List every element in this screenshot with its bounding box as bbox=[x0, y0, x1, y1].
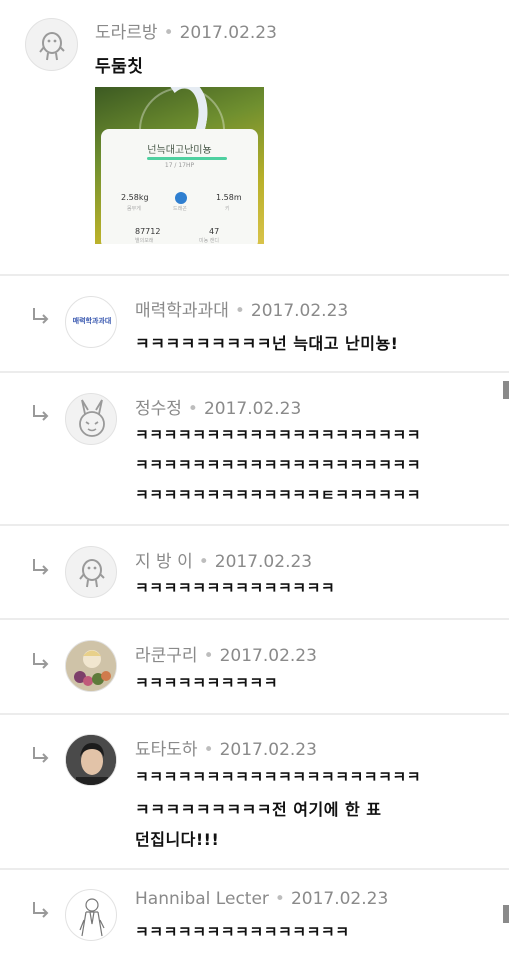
dragon-type-icon bbox=[175, 192, 187, 204]
rabbit-icon bbox=[79, 399, 105, 437]
comment-text: ㅋㅋㅋㅋㅋㅋㅋㅋㅋㅋㅋㅋㅋㅋㅋㅋㅋㅋㅋㅋ bbox=[135, 426, 422, 444]
scrollbar-thumb[interactable] bbox=[503, 381, 509, 399]
comment-date: 2017.02.23 bbox=[179, 23, 277, 43]
comment-text: ㅋㅋㅋㅋㅋㅋㅋㅋㅋㅋㅋㅋㅋㅋㅋ bbox=[135, 923, 350, 941]
comment-date: 2017.02.23 bbox=[219, 646, 317, 666]
author-name[interactable]: Hannibal Lecter bbox=[135, 889, 269, 909]
candy-value: 47 bbox=[209, 227, 220, 236]
scrollbar-thumb[interactable] bbox=[503, 905, 509, 923]
comment-date: 2017.02.23 bbox=[290, 889, 389, 909]
comment-date: 2017.02.23 bbox=[219, 740, 317, 760]
stardust-value: 87712 bbox=[135, 227, 161, 236]
comment-date: 2017.02.23 bbox=[214, 552, 313, 572]
divider bbox=[0, 618, 509, 620]
height-label: 키 bbox=[225, 206, 230, 212]
comment-meta: 됴타도하 • 2017.02.23 bbox=[135, 740, 317, 760]
bouquet-photo-icon bbox=[66, 641, 116, 691]
ghost-icon bbox=[39, 32, 65, 61]
comment-text: ㅋㅋㅋㅋㅋㅋㅋㅋㅋ넌 늑대고 난미뇽! bbox=[135, 334, 399, 353]
divider bbox=[0, 524, 509, 526]
candy-label: 미뇽 캔디 bbox=[199, 238, 219, 244]
author-name[interactable]: 라쿤구리 bbox=[135, 646, 198, 666]
pokemon-screenshot[interactable]: 넌늑대고난미뇽 17 / 17HP 2.58kg 몸무게 드래곤 1.58m 키… bbox=[95, 87, 264, 244]
divider bbox=[0, 371, 509, 373]
comment-meta: 정수정 • 2017.02.23 bbox=[135, 399, 302, 419]
comment-date: 2017.02.23 bbox=[203, 399, 302, 419]
weight-label: 몸무게 bbox=[127, 206, 141, 212]
comment-text: 두둠칫 bbox=[95, 57, 144, 77]
reply-arrow-icon bbox=[33, 653, 49, 669]
author-name[interactable]: 매력학과과대 bbox=[135, 301, 229, 321]
ghost-icon bbox=[79, 559, 105, 588]
divider bbox=[0, 713, 509, 715]
comment-meta: 지 방 이 • 2017.02.23 bbox=[135, 552, 313, 572]
type-label: 드래곤 bbox=[173, 206, 187, 212]
author-name[interactable]: 지 방 이 bbox=[135, 552, 193, 572]
comment-meta: 도라르방 • 2017.02.23 bbox=[95, 23, 277, 43]
person-photo-icon bbox=[66, 735, 116, 785]
reply-arrow-icon bbox=[33, 405, 49, 421]
comment-text: ㅋㅋㅋㅋㅋㅋㅋㅋㅋㅋㅋㅋㅋㅌㅋㅋㅋㅋㅋㅋ bbox=[135, 486, 422, 504]
avatar[interactable] bbox=[65, 734, 117, 786]
comment-meta: 매력학과과대 • 2017.02.23 bbox=[135, 301, 349, 321]
comment-meta: Hannibal Lecter • 2017.02.23 bbox=[135, 889, 389, 909]
comment-text: ㅋㅋㅋㅋㅋㅋㅋㅋㅋㅋㅋㅋㅋㅋ bbox=[135, 579, 336, 597]
avatar[interactable] bbox=[65, 393, 117, 445]
author-name[interactable]: 정수정 bbox=[135, 399, 182, 419]
hp-text: 17 / 17HP bbox=[164, 162, 195, 169]
comment-text: ㅋㅋㅋㅋㅋㅋㅋㅋㅋ전 여기에 한 표 bbox=[135, 800, 382, 819]
comment-text: ㅋㅋㅋㅋㅋㅋㅋㅋㅋㅋㅋㅋㅋㅋㅋㅋㅋㅋㅋㅋ bbox=[135, 456, 422, 474]
comment-text: 던집니다!!! bbox=[135, 830, 220, 849]
comment-meta: 라쿤구리 • 2017.02.23 bbox=[135, 646, 317, 666]
author-name[interactable]: 됴타도하 bbox=[135, 740, 198, 760]
reply-arrow-icon bbox=[33, 559, 49, 575]
author-name[interactable]: 도라르방 bbox=[95, 23, 158, 43]
height-value: 1.58m bbox=[216, 193, 242, 202]
comment-date: 2017.02.23 bbox=[250, 301, 349, 321]
reply-arrow-icon bbox=[33, 902, 49, 918]
divider bbox=[0, 274, 509, 276]
divider bbox=[0, 868, 509, 870]
avatar[interactable] bbox=[65, 640, 117, 692]
sketch-figure-icon bbox=[79, 898, 105, 937]
pokemon-info-panel: 넌늑대고난미뇽 17 / 17HP 2.58kg 몸무게 드래곤 1.58m 키… bbox=[101, 129, 258, 244]
avatar[interactable] bbox=[65, 546, 117, 598]
reply-arrow-icon bbox=[33, 308, 49, 324]
comment-text: ㅋㅋㅋㅋㅋㅋㅋㅋㅋㅋㅋㅋㅋㅋㅋㅋㅋㅋㅋㅋ bbox=[135, 768, 422, 786]
avatar[interactable] bbox=[25, 18, 78, 71]
reply-arrow-icon bbox=[33, 747, 49, 763]
weight-value: 2.58kg bbox=[121, 193, 149, 202]
pokemon-name: 넌늑대고난미뇽 bbox=[147, 145, 212, 156]
avatar-text-logo: 매력학과과대 bbox=[72, 317, 112, 325]
avatar[interactable] bbox=[65, 889, 117, 941]
stardust-label: 별의모래 bbox=[135, 238, 154, 244]
avatar[interactable]: 매력학과과대 bbox=[65, 296, 117, 348]
comment-text: ㅋㅋㅋㅋㅋㅋㅋㅋㅋㅋ bbox=[135, 674, 279, 692]
hp-bar bbox=[147, 157, 227, 160]
